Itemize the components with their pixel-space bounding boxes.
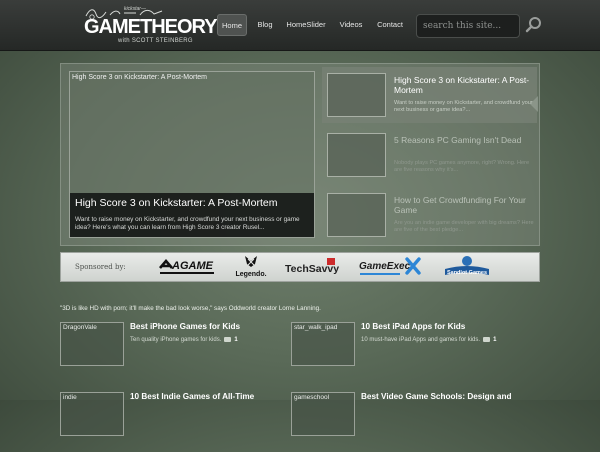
nav-homeslider[interactable]: HomeSlider xyxy=(285,14,327,36)
featured-image-alt: High Score 3 on Kickstarter: A Post-Mort… xyxy=(72,74,207,81)
search-box xyxy=(416,14,520,38)
post-excerpt: Ten quality iPhone games for kids. 1 xyxy=(130,337,238,343)
gameexec-logo-icon: GameExec xyxy=(359,257,421,275)
sponsor-logo-sandlot[interactable]: Sandlot Games xyxy=(441,253,493,281)
svg-text:AGAME: AGAME xyxy=(171,260,214,272)
post-image-alt: star_walk_ipad xyxy=(294,324,338,331)
nav-home[interactable]: Home xyxy=(217,14,247,36)
sponsor-logo-gameexec[interactable]: GameExec xyxy=(357,253,423,281)
post-title[interactable]: Best iPhone Games for Kids xyxy=(130,322,240,331)
slider-pointer-arrow-icon xyxy=(530,96,538,112)
thumb-title: High Score 3 on Kickstarter: A Post-Mort… xyxy=(394,75,530,95)
thumb-image xyxy=(327,133,386,177)
logo-wordmark-text: GAMETHEORY xyxy=(84,16,218,38)
sponsor-label: Sponsored by: xyxy=(75,263,126,271)
logo-scribble-text: kickstar— xyxy=(124,6,146,12)
post-excerpt-text: Ten quality iPhone games for kids. xyxy=(130,337,222,344)
featured-caption: High Score 3 on Kickstarter: A Post-Mort… xyxy=(70,193,314,237)
nav-blog[interactable]: Blog xyxy=(253,14,277,36)
sponsor-logo-techsavvy[interactable]: TechSavvy xyxy=(283,253,339,281)
sandlot-logo-icon: Sandlot Games xyxy=(445,256,489,276)
thumb-title: How to Get Crowdfunding For Your Game xyxy=(394,195,526,215)
post-card[interactable]: DragonVale Best iPhone Games for Kids Te… xyxy=(60,322,290,382)
comment-icon xyxy=(483,337,491,342)
post-image[interactable]: DragonVale xyxy=(60,322,124,366)
svg-text:Legendo.: Legendo. xyxy=(235,271,266,278)
post-image[interactable]: star_walk_ipad xyxy=(291,322,355,366)
comment-icon xyxy=(224,337,232,342)
site-logo[interactable]: kickstar— GAMETHEORY™ with SCOTT STEINBE… xyxy=(84,6,225,46)
sponsor-bar: Sponsored by: AGAME Legendo. TechSavvy G… xyxy=(60,252,540,282)
thumb-image xyxy=(327,73,386,117)
post-image-alt: DragonVale xyxy=(63,324,97,331)
magnifier-icon[interactable] xyxy=(524,15,544,35)
comment-count[interactable]: 1 xyxy=(493,337,496,343)
svg-text:GameExec: GameExec xyxy=(359,261,411,272)
site-header: kickstar— GAMETHEORY™ with SCOTT STEINBE… xyxy=(0,0,600,51)
search-input[interactable] xyxy=(423,18,515,34)
svg-text:TechSavvy: TechSavvy xyxy=(285,263,339,275)
comment-count[interactable]: 1 xyxy=(234,337,237,343)
slider-thumb-item[interactable]: How to Get Crowdfunding For Your Game Ar… xyxy=(322,187,537,243)
post-card[interactable]: gameschool Best Video Game Schools: Desi… xyxy=(291,392,521,452)
nav-videos[interactable]: Videos xyxy=(337,14,365,36)
thumb-title: 5 Reasons PC Gaming Isn't Dead xyxy=(394,135,522,145)
nav-contact[interactable]: Contact xyxy=(375,14,405,36)
post-title[interactable]: 10 Best iPad Apps for Kids xyxy=(361,322,465,331)
post-image[interactable]: gameschool xyxy=(291,392,355,436)
thumb-description: Are you an indie game developer with big… xyxy=(394,220,534,233)
sponsor-logo-agame[interactable]: AGAME xyxy=(158,253,216,281)
thumb-description: Want to raise money on Kickstarter, and … xyxy=(394,100,533,113)
post-card[interactable]: indie 10 Best Indie Games of All-Time xyxy=(60,392,290,452)
featured-quote: "3D is like HD with porn; it'll make the… xyxy=(60,305,321,312)
featured-title[interactable]: High Score 3 on Kickstarter: A Post-Mort… xyxy=(75,197,278,209)
logo-subtitle: with SCOTT STEINBERG xyxy=(118,38,193,44)
featured-description: Want to raise money on Kickstarter, and … xyxy=(75,216,300,231)
slider-thumb-item[interactable]: 5 Reasons PC Gaming Isn't Dead Nobody pl… xyxy=(322,127,537,183)
post-card[interactable]: star_walk_ipad 10 Best iPad Apps for Kid… xyxy=(291,322,521,382)
post-excerpt-text: 10 must-have iPad Apps and games for kid… xyxy=(361,337,481,344)
logo-wordmark: GAMETHEORY™ xyxy=(84,16,225,39)
slider-thumb-item[interactable]: High Score 3 on Kickstarter: A Post-Mort… xyxy=(322,67,537,123)
legendo-logo-icon: Legendo. xyxy=(235,256,267,278)
thumb-image xyxy=(327,193,386,237)
sponsor-logo-legendo[interactable]: Legendo. xyxy=(231,253,271,281)
agame-logo-icon: AGAME xyxy=(159,259,214,274)
post-image[interactable]: indie xyxy=(60,392,124,436)
slider-thumbnails: High Score 3 on Kickstarter: A Post-Mort… xyxy=(322,67,537,243)
techsavvy-logo-icon: TechSavvy xyxy=(285,258,339,275)
thumb-description: Nobody plays PC games anymore, right? Wr… xyxy=(394,160,530,173)
post-excerpt: 10 must-have iPad Apps and games for kid… xyxy=(361,337,496,343)
svg-text:Sandlot Games: Sandlot Games xyxy=(447,270,487,276)
